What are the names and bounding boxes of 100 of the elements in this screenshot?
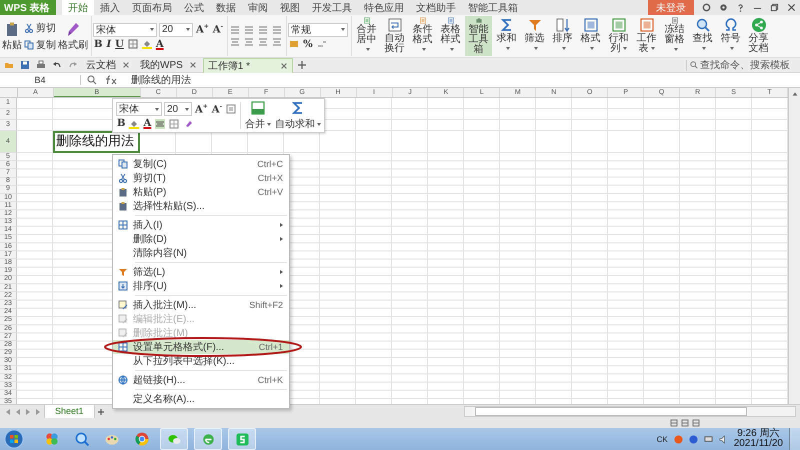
context-menu-item[interactable]: 排序(U) (113, 279, 289, 293)
view-mode-icon[interactable] (681, 419, 689, 427)
close-icon[interactable] (122, 61, 130, 69)
ribbon-button[interactable]: 条件格式 (409, 16, 436, 56)
formula-field[interactable]: 删除线的用法 (125, 73, 800, 87)
paste-button[interactable]: 粘贴 (2, 20, 22, 52)
help-icon[interactable] (736, 3, 745, 12)
ribbon-button[interactable]: 格式 (577, 16, 604, 56)
font-style-button[interactable]: U (114, 38, 125, 50)
align-icon[interactable] (258, 25, 268, 35)
context-menu-item[interactable]: 复制(C) Ctrl+C (113, 157, 289, 171)
document-tab[interactable]: 我的WPS (136, 58, 201, 72)
command-search-field[interactable]: 查找命令、搜索模板 (686, 60, 796, 70)
align-icon[interactable] (258, 37, 268, 47)
menu-tab[interactable]: 智能工具箱 (462, 0, 524, 15)
align-icon[interactable] (272, 25, 282, 35)
input-indicator[interactable]: CK (656, 434, 668, 444)
close-icon[interactable] (280, 62, 288, 70)
cut-button[interactable]: 剪切 (24, 20, 56, 34)
ribbon-button[interactable]: 合并居中 (353, 16, 380, 56)
menu-tab[interactable]: 特色应用 (358, 0, 410, 15)
context-menu-item[interactable]: 定义名称(A)... (113, 392, 289, 406)
menu-tab[interactable]: 视图 (274, 0, 306, 15)
menu-tab[interactable]: 审阅 (242, 0, 274, 15)
font-size-field[interactable]: 20 (159, 22, 193, 36)
copy-button[interactable]: 复制 (24, 38, 56, 52)
menu-tab[interactable]: 开发工具 (306, 0, 358, 15)
font-name-field[interactable]: 宋体 (93, 22, 157, 36)
search-icon[interactable] (74, 431, 90, 447)
ribbon-button[interactable]: 求和 (493, 16, 520, 56)
align-icon[interactable] (244, 37, 254, 47)
menu-tab[interactable]: 插入 (94, 0, 126, 15)
undo-icon[interactable] (52, 60, 62, 70)
skin-icon[interactable] (702, 3, 711, 12)
currency-icon[interactable] (289, 39, 300, 49)
add-sheet-icon[interactable] (96, 408, 105, 416)
shrink-font-button[interactable]: A$^{-}$ (210, 102, 224, 116)
context-menu-item[interactable]: 粘贴(P) Ctrl+V (113, 185, 289, 199)
restore-icon[interactable] (770, 3, 779, 12)
spreadsheet-app-button[interactable] (228, 428, 256, 450)
percent-button[interactable]: % (302, 38, 314, 50)
context-menu-item[interactable]: 筛选(L) (113, 265, 289, 279)
brush-icon[interactable] (183, 118, 194, 128)
zoom-icon[interactable] (87, 75, 97, 85)
input-method-icon[interactable] (674, 434, 683, 444)
context-menu-item[interactable]: 插入批注(M)... Shift+F2 (113, 298, 289, 312)
browser-app-button[interactable] (194, 428, 222, 450)
view-mode-icon[interactable] (670, 419, 678, 427)
context-menu-item[interactable]: 设置单元格格式(F)... Ctrl+1 (113, 340, 289, 354)
print-icon[interactable] (36, 60, 46, 70)
font-color-button[interactable]: A (142, 118, 152, 129)
document-tab[interactable]: 工作簿1 * (202, 58, 293, 72)
menu-tab[interactable]: 文档助手 (410, 0, 462, 15)
menu-tab[interactable]: 数据 (210, 0, 242, 15)
ribbon-button[interactable]: 工作表 (633, 16, 660, 56)
align-icon[interactable] (230, 37, 240, 47)
context-menu-item[interactable]: 清除内容(N) (113, 246, 289, 260)
context-menu-item[interactable]: 选择性粘贴(S)... (113, 199, 289, 213)
cell-reference-field[interactable]: B4 (0, 75, 81, 85)
context-menu-item[interactable]: 插入(I) (113, 218, 289, 232)
network-icon[interactable] (704, 434, 713, 444)
merge-button[interactable]: 合并 (245, 100, 272, 131)
ribbon-button[interactable]: 筛选 (521, 16, 548, 56)
ribbon-button[interactable]: 智能工具箱 (465, 16, 492, 56)
close-icon[interactable] (787, 3, 796, 12)
vertical-scrollbar[interactable] (788, 88, 800, 404)
chat-app-button[interactable] (160, 428, 188, 450)
shrink-font-button[interactable]: A$^{-}$ (212, 23, 224, 36)
grow-font-button[interactable]: A$^{+}$ (195, 23, 210, 36)
context-menu-item[interactable]: 超链接(H)... Ctrl+K (113, 373, 289, 387)
clear-format-icon[interactable] (226, 104, 236, 114)
autosum-button[interactable]: 自动求和 (275, 100, 322, 131)
format-painter-button[interactable]: 格式刷 (58, 20, 88, 52)
show-desktop-button[interactable] (789, 428, 800, 450)
borders-icon[interactable] (169, 118, 180, 128)
add-tab-icon[interactable] (296, 60, 307, 70)
font-color-button[interactable]: A (154, 38, 165, 50)
align-icon[interactable] (155, 118, 166, 128)
fill-color-icon[interactable] (129, 118, 140, 128)
borders-icon[interactable] (128, 39, 138, 49)
ribbon-button[interactable]: 符号 (717, 16, 744, 56)
app-logo[interactable]: WPS 表格 (0, 0, 56, 15)
menu-tab[interactable]: 开始 (62, 0, 94, 15)
ribbon-button[interactable]: 排序 (549, 16, 576, 56)
horizontal-scrollbar[interactable] (464, 406, 796, 417)
context-menu-item[interactable]: 删除(D) (113, 232, 289, 246)
help-icon[interactable] (688, 434, 698, 444)
sheet-tab[interactable]: Sheet1 (44, 404, 95, 418)
font-size-field[interactable]: 20 (164, 102, 192, 116)
bold-button[interactable]: B (116, 118, 126, 129)
ribbon-button[interactable]: 自动换行 (381, 16, 408, 56)
align-icon[interactable] (230, 25, 240, 35)
context-menu-item[interactable]: 剪切(T) Ctrl+X (113, 171, 289, 185)
document-tab[interactable]: 云文档 (82, 58, 134, 72)
save-icon[interactable] (20, 60, 30, 70)
close-icon[interactable] (188, 61, 197, 69)
view-mode-icon[interactable] (692, 419, 700, 427)
menu-tab[interactable]: 公式 (178, 0, 210, 15)
decimal-icon[interactable] (316, 39, 327, 49)
ribbon-button[interactable]: 行和列 (605, 16, 632, 56)
